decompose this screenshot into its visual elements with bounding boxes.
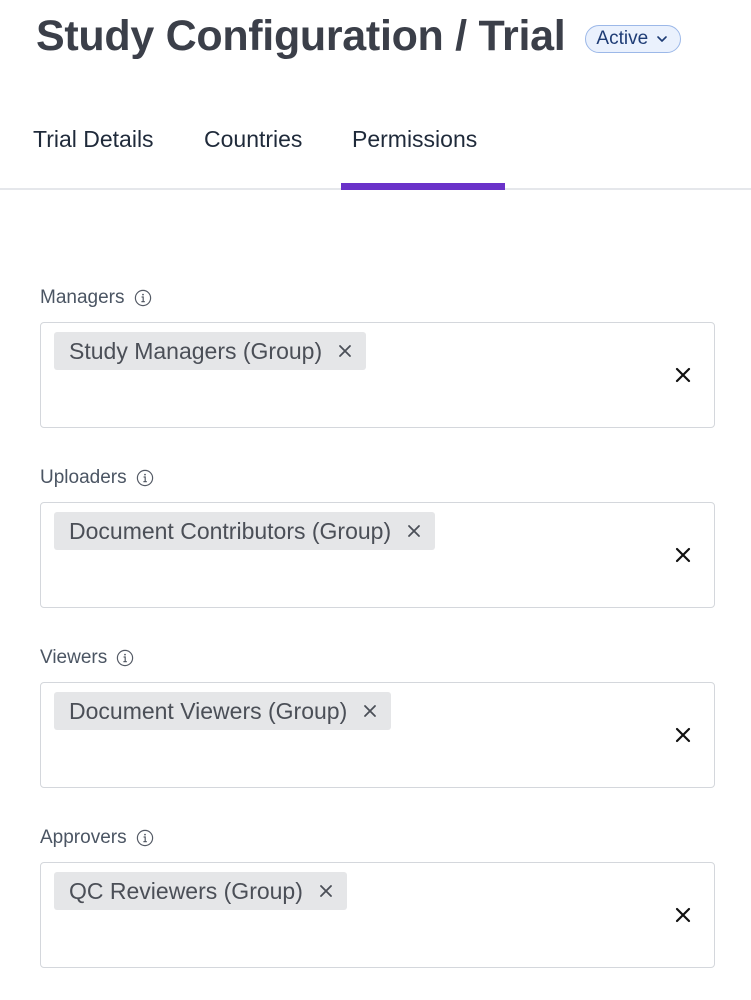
chip-label: Study Managers (Group)	[69, 337, 323, 364]
field-label: Viewers	[40, 646, 715, 670]
close-icon	[675, 547, 691, 563]
active-tab-indicator	[341, 183, 505, 190]
close-icon	[675, 907, 691, 923]
field-label: Approvers	[40, 826, 715, 850]
field-label: Managers	[40, 286, 715, 310]
clear-selection-button[interactable]	[674, 546, 692, 564]
field-label: Uploaders	[40, 466, 715, 490]
uploaders-label: Uploaders	[40, 467, 127, 488]
selected-chip: Document Contributors (Group)	[54, 512, 436, 550]
chip-label: Document Contributors (Group)	[69, 517, 392, 544]
tab-countries[interactable]: Countries	[204, 126, 302, 153]
selected-chip: QC Reviewers (Group)	[54, 872, 347, 910]
clear-selection-button[interactable]	[674, 366, 692, 384]
tab-trial-details[interactable]: Trial Details	[33, 126, 154, 153]
uploaders-input[interactable]: Document Contributors (Group)	[40, 502, 715, 608]
approvers-field: Approvers QC Reviewers (Group)	[40, 826, 715, 968]
close-icon[interactable]	[363, 704, 377, 718]
close-icon[interactable]	[338, 344, 352, 358]
approvers-label: Approvers	[40, 827, 127, 848]
managers-input[interactable]: Study Managers (Group)	[40, 322, 715, 428]
page-title: Study Configuration / Trial	[36, 12, 566, 60]
viewers-field: Viewers Document Viewers (Group)	[40, 646, 715, 788]
info-icon[interactable]	[134, 289, 152, 307]
info-icon[interactable]	[136, 829, 154, 847]
approvers-input[interactable]: QC Reviewers (Group)	[40, 862, 715, 968]
page-header: Study Configuration / Trial Active	[36, 12, 682, 61]
tab-bar: Trial Details Countries Permissions	[0, 110, 751, 190]
selected-chip: Study Managers (Group)	[54, 332, 367, 370]
uploaders-field: Uploaders Document Contributors (Group)	[40, 466, 715, 608]
managers-field: Managers Study Managers (Group)	[40, 286, 715, 428]
tab-permissions[interactable]: Permissions	[352, 126, 477, 153]
viewers-label: Viewers	[40, 647, 108, 668]
info-icon[interactable]	[136, 469, 154, 487]
status-dropdown[interactable]: Active	[585, 24, 682, 53]
chevron-down-icon	[656, 33, 668, 45]
status-label: Active	[596, 27, 649, 49]
chip-label: QC Reviewers (Group)	[69, 877, 303, 904]
clear-selection-button[interactable]	[674, 906, 692, 924]
close-icon[interactable]	[319, 884, 333, 898]
managers-label: Managers	[40, 287, 125, 308]
close-icon	[675, 367, 691, 383]
clear-selection-button[interactable]	[674, 726, 692, 744]
permissions-page: Study Configuration / Trial Active Trial…	[0, 0, 751, 1000]
info-icon[interactable]	[116, 649, 134, 667]
close-icon	[675, 727, 691, 743]
close-icon[interactable]	[407, 524, 421, 538]
selected-chip: Document Viewers (Group)	[54, 692, 392, 730]
chip-label: Document Viewers (Group)	[69, 697, 348, 724]
viewers-input[interactable]: Document Viewers (Group)	[40, 682, 715, 788]
